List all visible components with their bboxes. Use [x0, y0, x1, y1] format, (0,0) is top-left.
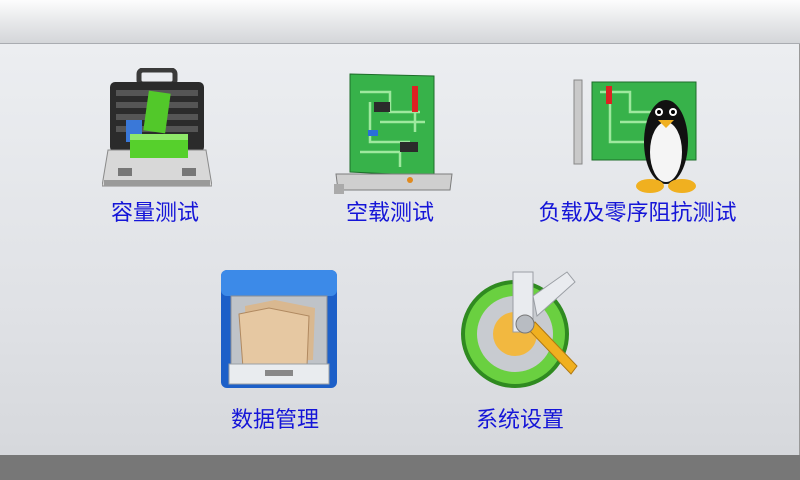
capacity-test-button[interactable]: 容量测试 — [100, 68, 220, 234]
no-load-test-button[interactable]: 空载测试 — [330, 68, 455, 234]
settings-gear-icon — [461, 271, 578, 388]
system-settings-button[interactable]: 系统设置 — [455, 266, 585, 442]
system-settings-label: 系统设置 — [475, 408, 564, 433]
data-management-button[interactable]: 数据管理 — [215, 264, 340, 440]
capacity-test-label: 容量测试 — [110, 201, 199, 226]
data-management-label: 数据管理 — [230, 408, 319, 433]
no-load-test-label: 空载测试 — [345, 201, 434, 226]
load-zero-sequence-test-label: 负载及零序阻抗测试 — [538, 201, 737, 226]
load-zero-sequence-test-button[interactable]: 负载及零序阻抗测试 — [525, 68, 750, 234]
bottom-bar — [0, 455, 800, 480]
circuit-board-icon — [334, 73, 453, 194]
title-bar — [0, 0, 800, 44]
main-screen: 容量测试 空载测试 负载及零序阻抗测试 数据管理 系统设置 — [0, 0, 800, 455]
linux-penguin-icon — [573, 79, 697, 193]
toolbox-icon — [102, 68, 212, 187]
file-cabinet-icon — [221, 270, 337, 388]
